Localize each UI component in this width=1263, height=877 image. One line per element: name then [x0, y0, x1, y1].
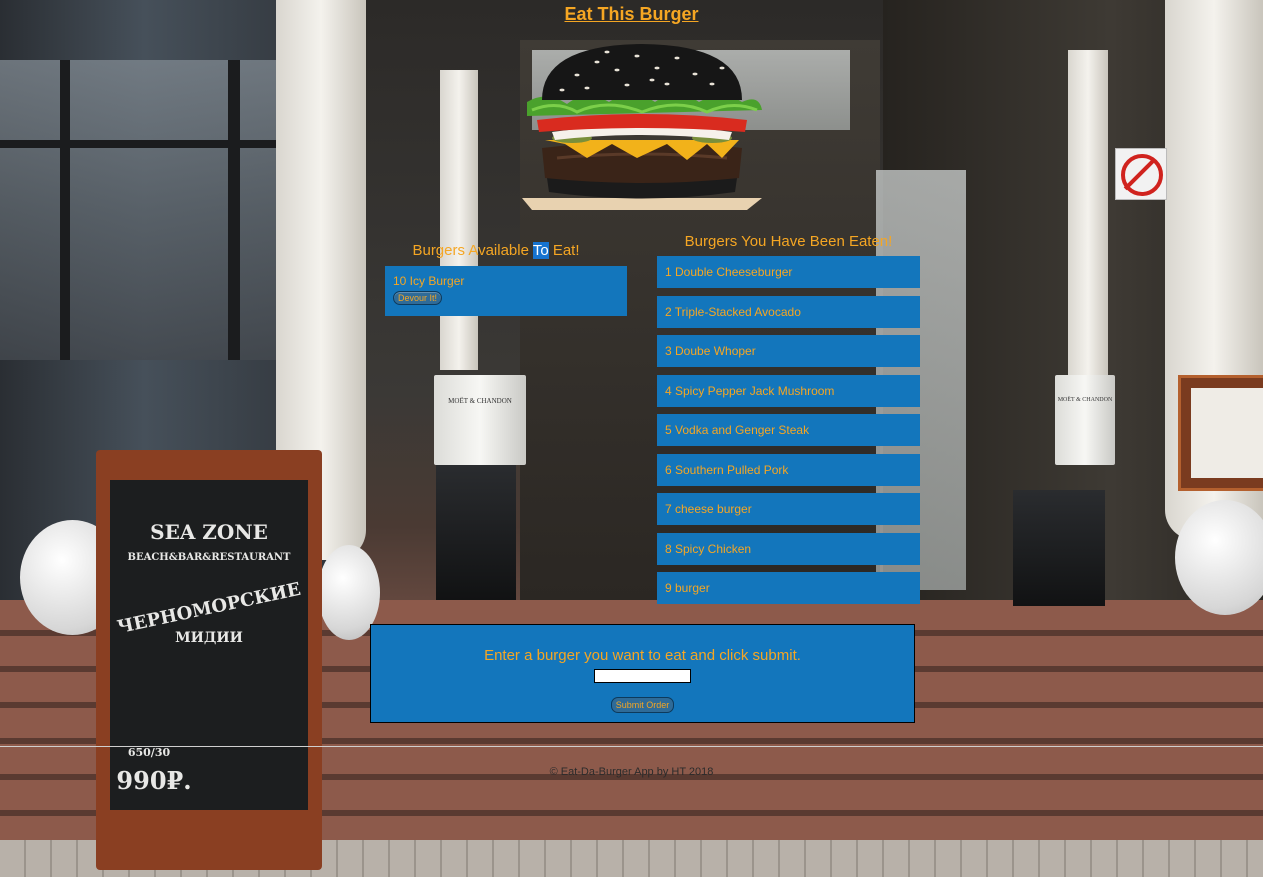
eaten-burger-list: 1 Double Cheeseburger 2 Triple-Stacked A… [657, 256, 920, 612]
chalkboard-slate: SEA ZONE BEACH&BAR&RESTAURANT ЧЕРНОМОРСК… [110, 480, 308, 810]
devour-button[interactable]: Devour It! [393, 291, 443, 305]
chalk-text: 650/30 [127, 746, 171, 759]
burger-name: 7 cheese burger [665, 502, 752, 516]
eaten-heading: Burgers You Have Been Eaten! [684, 233, 893, 250]
burger-name: 5 Vodka and Genger Steak [665, 423, 810, 437]
page-title-link[interactable]: Eat This Burger [564, 4, 698, 24]
window-frame [60, 60, 70, 360]
available-heading-text: Burgers Available [412, 242, 533, 259]
burger-name: 10 Icy Burger [393, 274, 465, 288]
burger-name: 3 Doube Whoper [665, 344, 756, 358]
burger-name-input[interactable] [594, 669, 691, 683]
champagne-bucket: MOËT & CHANDON [434, 375, 526, 465]
window-frame [228, 60, 240, 360]
burger-name: 6 Southern Pulled Pork [665, 462, 789, 477]
chalkboard-sign: SEA ZONE BEACH&BAR&RESTAURANT ЧЕРНОМОРСК… [96, 450, 322, 870]
eaten-burger-item: 5 Vodka and Genger Steak [657, 414, 920, 446]
available-burger-list: 10 Icy Burger Devour It! [385, 266, 627, 316]
eaten-burger-item: 4 Spicy Pepper Jack Mushroom [657, 374, 920, 407]
eaten-burger-item: 6 Southern Pulled Pork [657, 453, 920, 486]
burger-name: 9 burger [665, 581, 710, 595]
burger-name: 2 Triple-Stacked Avocado [665, 304, 801, 319]
burger-image [522, 44, 762, 210]
submit-order-button[interactable]: Submit Order [610, 697, 675, 713]
eaten-burger-item: 3 Doube Whoper [657, 335, 920, 367]
eaten-burger-item: 8 Spicy Chicken [657, 532, 920, 565]
no-smoking-sign-icon [1115, 148, 1167, 200]
available-burger-item: 10 Icy Burger Devour It! [385, 266, 627, 316]
planter [436, 465, 516, 600]
chalk-text: МИДИИ [175, 630, 243, 646]
page-title: Eat This Burger [0, 4, 1263, 25]
eaten-burger-item: 9 burger [657, 572, 920, 604]
available-heading-text: Eat! [548, 242, 580, 259]
menu-board [1178, 375, 1263, 491]
available-heading: Burgers Available To Eat! [385, 242, 607, 259]
footer-text: © Eat-Da-Burger App by HT 2018 [549, 766, 714, 778]
chalk-text: BEACH&BAR&RESTAURANT [127, 552, 291, 563]
order-prompt: Enter a burger you want to eat and click… [484, 647, 801, 664]
curtain-door [440, 70, 478, 370]
available-heading-highlight: To [532, 242, 549, 259]
curtain-right-inner [1068, 50, 1108, 380]
eaten-burger-item: 1 Double Cheeseburger [657, 256, 920, 288]
burger-name: 4 Spicy Pepper Jack Mushroom [665, 383, 835, 398]
eaten-burger-item: 7 cheese burger [657, 493, 920, 525]
chalk-text: SEA ZONE [150, 520, 268, 544]
eaten-burger-item: 2 Triple-Stacked Avocado [657, 295, 920, 328]
footer-divider [0, 746, 1263, 747]
order-form: Enter a burger you want to eat and click… [370, 624, 915, 723]
champagne-bucket: MOËT & CHANDON [1055, 375, 1115, 465]
planter [1013, 490, 1105, 606]
burger-name: 8 Spicy Chicken [665, 541, 752, 556]
burger-name: 1 Double Cheeseburger [665, 265, 793, 279]
